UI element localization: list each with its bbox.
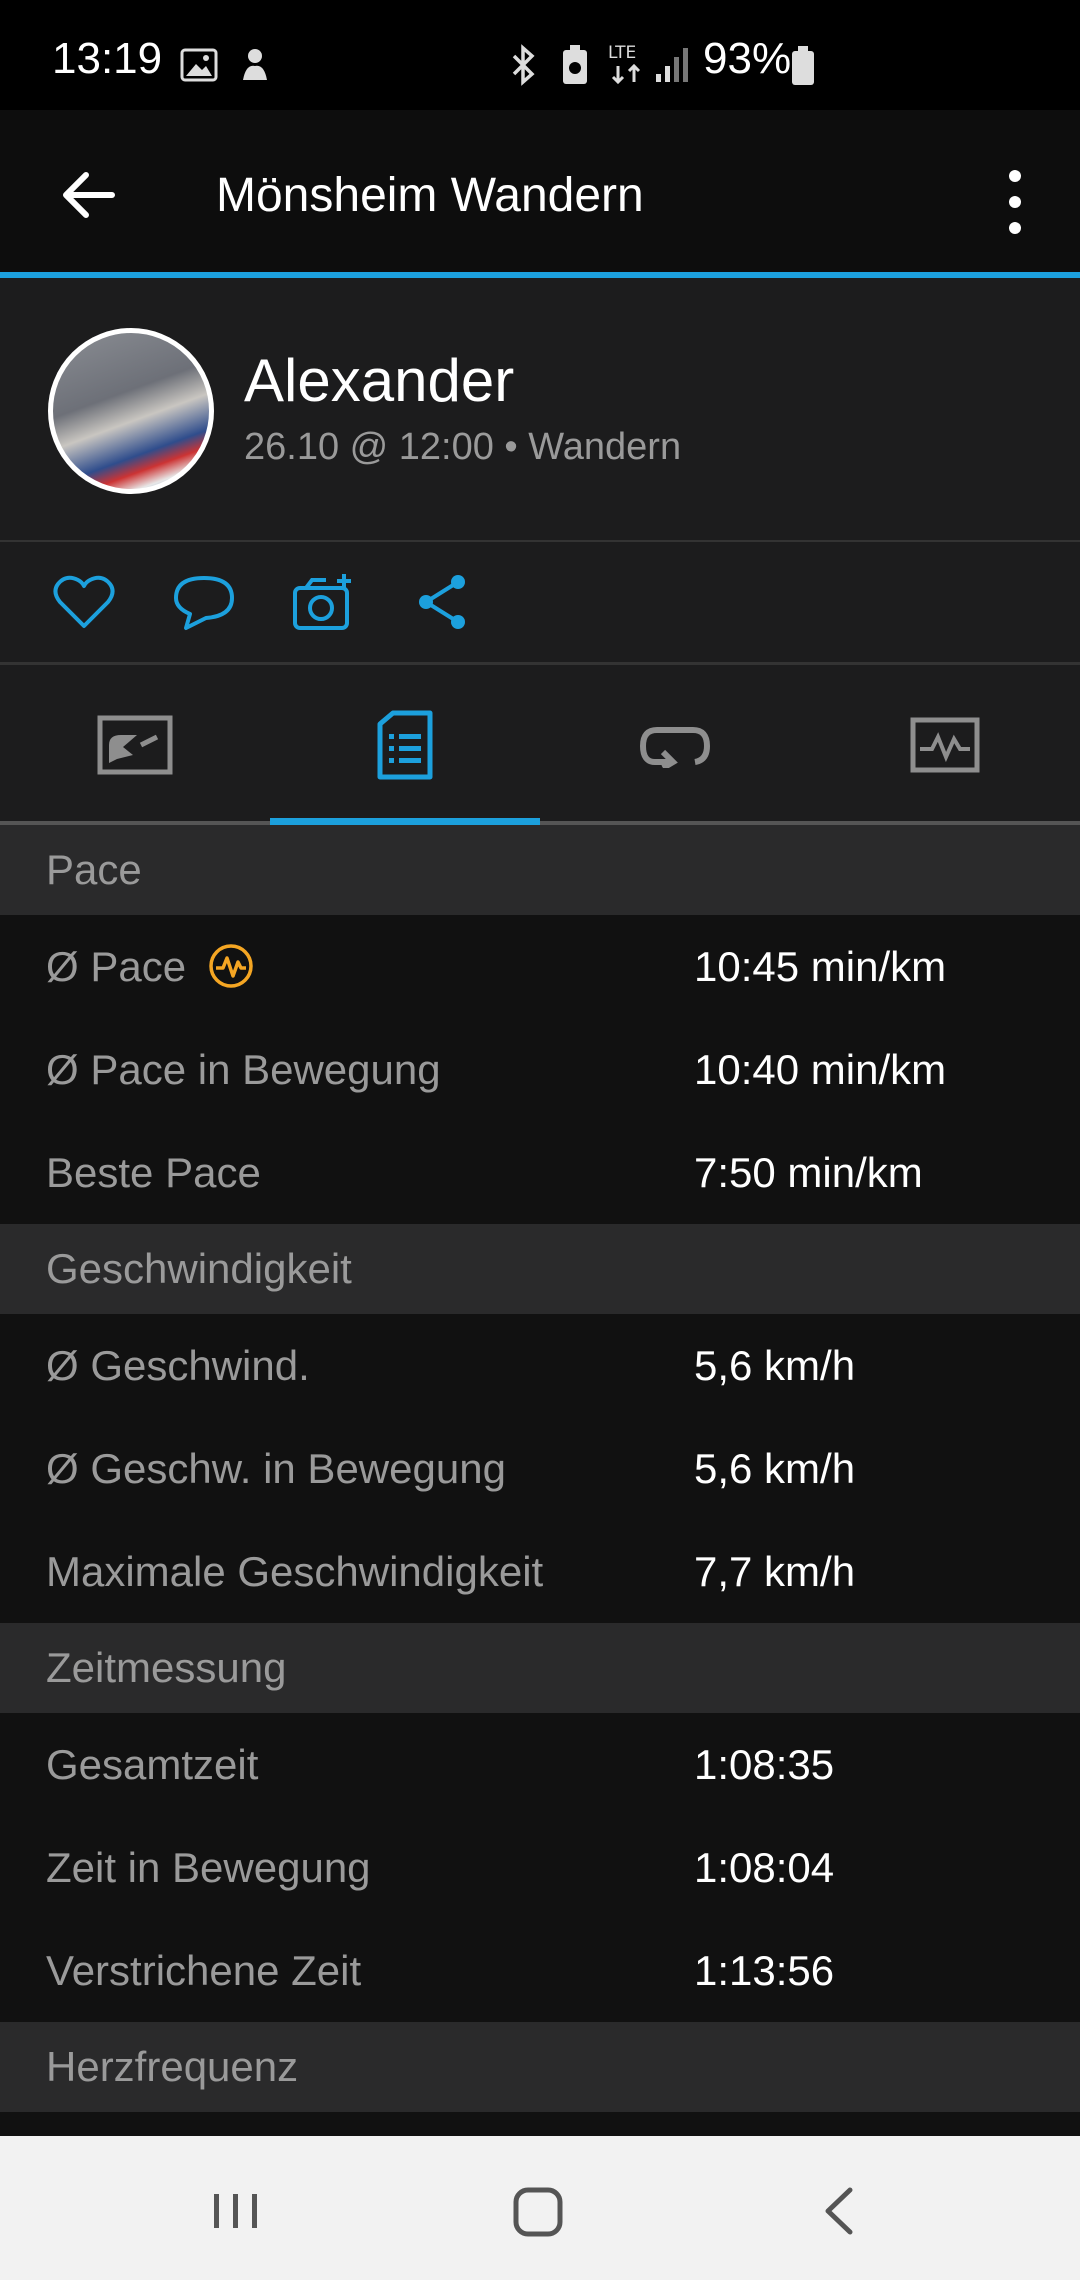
notification-app-icon [243,49,267,80]
stat-label: Ø Pace [46,943,187,990]
stat-value: 1:13:56 [694,1947,835,1994]
table-row: Verstrichene Zeit 1:13:56 [0,1919,1080,2022]
battery-icon [792,46,814,85]
stat-value: 1:08:04 [694,1844,835,1891]
battery-saver-icon [563,45,587,84]
stat-value: 10:45 min/km [694,943,947,990]
social-actions-bar [0,542,1080,665]
stat-label: Verstrichene Zeit [46,1947,362,1994]
stat-label: Ø Pace in Bewegung [46,1046,441,1093]
owner-name: Alexander [244,347,515,414]
camera-plus-icon[interactable] [292,572,356,632]
stat-label: Ø Geschw. in Bewegung [46,1445,506,1492]
table-row: Beste Pace 7:50 min/km [0,1121,1080,1224]
section-header-pace: Pace [0,825,1080,915]
section-header-speed: Geschwindigkeit [0,1224,1080,1314]
table-row: Gesamtzeit 1:08:35 [0,1713,1080,1816]
stat-value: 7,7 km/h [694,1548,856,1595]
page-title: Mönsheim Wandern [216,169,644,222]
tab-stats[interactable] [270,665,540,825]
avatar[interactable] [48,328,214,494]
heart-rate-icon[interactable] [208,943,254,989]
stat-label: Gesamtzeit [46,1741,259,1788]
table-row: Ø Geschwind. 5,6 km/h [0,1314,1080,1417]
tab-laps[interactable] [540,665,810,825]
activity-owner-header: Alexander 26.10 @ 12:00 • Wandern [0,278,1080,543]
table-row: Zeit in Bewegung 1:08:04 [0,1816,1080,1919]
table-row: Maximale Geschwindigkeit 7,7 km/h [0,1520,1080,1623]
signal-icon [656,48,688,82]
section-header-timing: Zeitmessung [0,1623,1080,1713]
active-tab-indicator [270,818,540,825]
gallery-icon [180,48,218,82]
arrow-left-icon[interactable] [48,155,128,235]
loop-icon [639,727,711,768]
app-bar: Mönsheim Wandern [0,110,1080,278]
recents-icon[interactable] [196,2176,276,2246]
map-chart-icon [97,715,173,775]
detail-tabs [0,665,1080,825]
system-nav-bar [0,2136,1080,2280]
stat-value: 1:08:35 [694,1741,835,1788]
table-row: Ø Pace in Bewegung 10:40 min/km [0,1018,1080,1121]
battery-percentage: 93% [703,34,792,83]
stat-label: Ø Geschwind. [46,1342,310,1389]
comment-icon[interactable] [172,572,236,632]
svg-text:LTE: LTE [608,43,636,63]
stat-label: Beste Pace [46,1149,261,1196]
stat-label: Maximale Geschwindigkeit [46,1548,544,1595]
more-vertical-icon[interactable] [990,162,1040,242]
lte-icon: LTE [608,43,641,85]
stat-label: Zeit in Bewegung [46,1844,371,1891]
stat-value: 7:50 min/km [694,1149,923,1196]
tab-overview[interactable] [0,665,270,825]
tab-charts[interactable] [810,665,1080,825]
section-header-heart-rate: Herzfrequenz [0,2022,1080,2112]
stat-value: 10:40 min/km [694,1046,947,1093]
status-time: 13:19 [52,34,163,83]
stat-value: 5,6 km/h [694,1342,856,1389]
table-row: Ø Geschw. in Bewegung 5,6 km/h [0,1417,1080,1520]
heart-icon[interactable] [52,572,116,632]
document-list-icon [377,710,433,780]
home-icon[interactable] [498,2176,578,2246]
bluetooth-icon [512,44,535,86]
status-bar: 13:19 LTE 93% [0,0,1080,110]
share-icon[interactable] [412,572,476,632]
back-icon[interactable] [800,2176,880,2246]
stat-value: 5,6 km/h [694,1445,856,1492]
activity-meta: 26.10 @ 12:00 • Wandern [244,426,682,468]
table-row: Ø Pace 10:45 min/km [0,915,1080,1018]
activity-graph-icon [910,717,980,773]
